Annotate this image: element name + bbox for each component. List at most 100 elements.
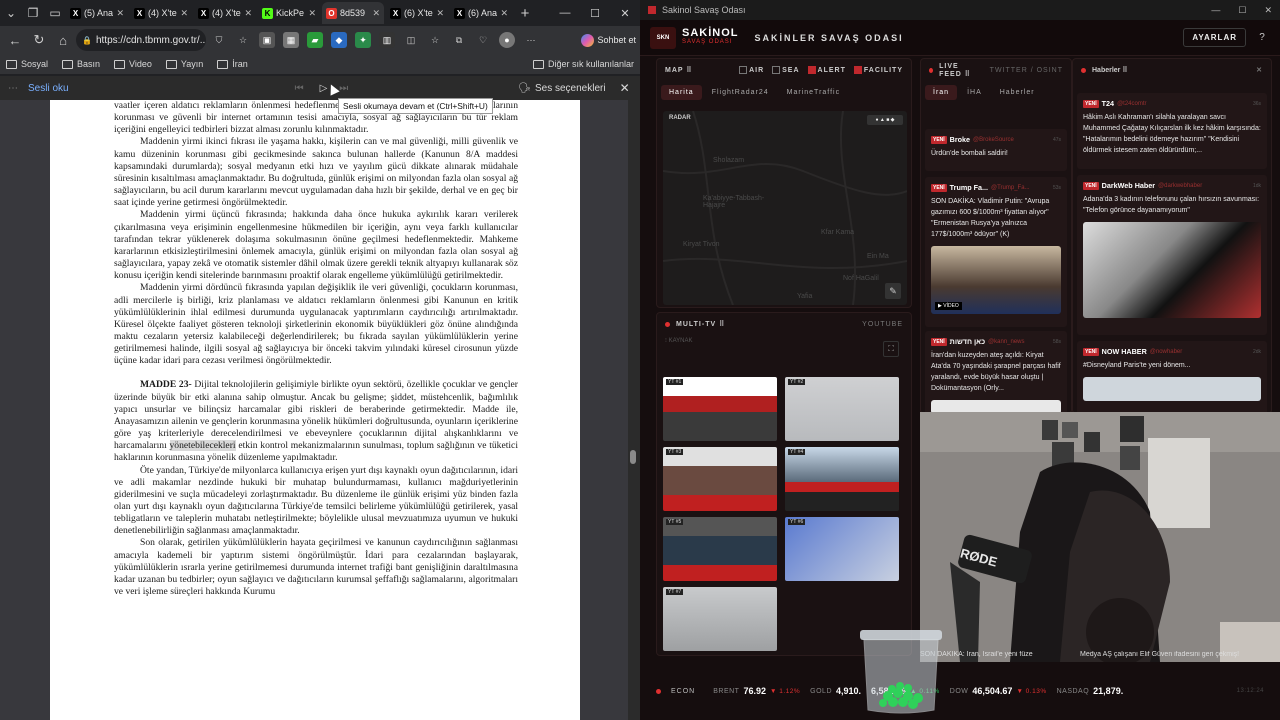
- feed-card[interactable]: YENİ T24 @t24comtr 36s Hâkim Aslı Kahraman'ı…: [1077, 93, 1267, 169]
- fullscreen-icon[interactable]: ⛶: [883, 341, 899, 357]
- extension-icon[interactable]: ▰: [307, 32, 323, 48]
- map-tab[interactable]: Harita: [661, 85, 702, 100]
- bookmark-item[interactable]: Sosyal: [6, 59, 48, 69]
- browser-tab[interactable]: X (6) X'te ✕: [386, 2, 448, 24]
- maximize-icon[interactable]: ☐: [1238, 5, 1246, 16]
- tab-label: (6) X'te: [404, 8, 433, 18]
- minimize-icon[interactable]: —: [1211, 5, 1220, 16]
- tab-favicon-icon: K: [262, 7, 273, 19]
- maximize-icon[interactable]: ☐: [580, 7, 610, 20]
- close-tab-icon[interactable]: ✕: [180, 8, 188, 19]
- favorite-icon[interactable]: ☆: [235, 32, 251, 48]
- close-tab-icon[interactable]: ✕: [372, 8, 380, 19]
- minimize-icon[interactable]: —: [550, 7, 580, 20]
- tv-tile[interactable]: YT #5: [663, 517, 777, 581]
- previous-icon[interactable]: ⏮: [295, 83, 304, 94]
- close-tab-icon[interactable]: ✕: [116, 8, 124, 19]
- menu-icon[interactable]: ⋯: [523, 32, 539, 48]
- bookmark-item[interactable]: Yayın: [165, 59, 203, 69]
- multitv-source[interactable]: ⁝ KAYNAK: [657, 335, 911, 346]
- back-icon[interactable]: ←: [4, 29, 26, 51]
- card-image[interactable]: [1083, 377, 1261, 401]
- feed-tab[interactable]: İHA: [959, 85, 990, 100]
- card-image[interactable]: [1083, 222, 1261, 318]
- tv-tile[interactable]: YT #3: [663, 447, 777, 511]
- read-mode-icon[interactable]: ⛉: [211, 32, 227, 48]
- bookmark-item[interactable]: İran: [217, 59, 248, 69]
- help-button[interactable]: ?: [1254, 30, 1270, 46]
- close-tab-icon[interactable]: ✕: [308, 8, 316, 19]
- live-feed-subtitle: TWITTER / OSINT: [989, 66, 1063, 74]
- tab-overview-icon[interactable]: ▭: [44, 2, 66, 24]
- feed-card[interactable]: YENİ Trump Fa... @Trump_Fa... 53s SON DAKİKA…: [925, 177, 1067, 327]
- map-filter-air[interactable]: AIR: [739, 66, 764, 74]
- close-tab-icon[interactable]: ✕: [436, 8, 444, 19]
- browser-tab[interactable]: K KickPe ✕: [258, 2, 320, 24]
- tv-tile[interactable]: YT #6: [785, 517, 899, 581]
- tab-actions-icon[interactable]: ⌄: [0, 2, 22, 24]
- feed-card[interactable]: YENİ DarkWeb Haber @darkwebhaber 1dk Adana'd…: [1077, 175, 1267, 335]
- tv-tile-label: YT #2: [788, 379, 806, 385]
- collections-icon[interactable]: ⧉: [451, 32, 467, 48]
- extension-icon[interactable]: ▣: [259, 32, 275, 48]
- extension-icon[interactable]: ◆: [331, 32, 347, 48]
- other-bookmarks[interactable]: Diğer sık kullanılanlar: [532, 59, 634, 69]
- settings-button[interactable]: AYARLAR: [1183, 28, 1246, 47]
- profile-avatar[interactable]: ●: [499, 32, 515, 48]
- split-screen-icon[interactable]: ◫: [403, 32, 419, 48]
- extension-icon[interactable]: ✦: [355, 32, 371, 48]
- map-tab[interactable]: MarineTraffic: [779, 85, 848, 100]
- map-place-label: Ein Ma: [867, 253, 889, 260]
- browser-tab[interactable]: X (5) Ana ✕: [66, 2, 128, 24]
- browser-essentials-icon[interactable]: ♡: [475, 32, 491, 48]
- favorites-icon[interactable]: ☆: [427, 32, 443, 48]
- pdf-paragraph: Maddenin yirmi üçüncü fıkrasında; hakkın…: [114, 209, 518, 282]
- scrollbar-thumb[interactable]: [630, 450, 636, 464]
- close-tab-icon[interactable]: ✕: [500, 8, 508, 19]
- close-window-icon[interactable]: ✕: [610, 7, 640, 20]
- bookmark-item[interactable]: Basın: [62, 59, 100, 69]
- pdf-viewer: vaatler içeren aldatıcı reklamların önle…: [0, 100, 640, 720]
- voice-options-icon[interactable]: 🗣: [518, 83, 531, 94]
- bookmark-item[interactable]: Video: [114, 59, 152, 69]
- browser-tab[interactable]: X (4) X'te ✕: [130, 2, 192, 24]
- refresh-icon[interactable]: ↻: [28, 29, 50, 51]
- feed-tab[interactable]: İran: [925, 85, 958, 100]
- map-place-label: Ka'abiyye-Tabbash-Hajajre: [703, 195, 765, 209]
- new-tab-icon[interactable]: +: [514, 2, 536, 24]
- close-read-aloud-icon[interactable]: ✕: [620, 81, 630, 95]
- map-view[interactable]: RADAR Sholazam Ka'abiyye-Tabbash-Hajajre K…: [663, 111, 907, 305]
- map-filter-sea[interactable]: SEA: [772, 66, 799, 74]
- bookmark-label: Basın: [77, 59, 101, 69]
- tv-tile[interactable]: YT #1: [663, 377, 777, 441]
- tv-tile[interactable]: YT #2: [785, 377, 899, 441]
- tv-tile[interactable]: YT #4: [785, 447, 899, 511]
- map-filter-alert[interactable]: ALERT: [807, 66, 846, 74]
- browser-tab[interactable]: O 8d539 ✕: [322, 2, 384, 24]
- map-filter-facility[interactable]: FACILITY: [853, 66, 903, 74]
- tv-tile[interactable]: YT #7: [663, 587, 777, 651]
- home-icon[interactable]: ⌂: [52, 29, 74, 51]
- extension-icon[interactable]: ▦: [283, 32, 299, 48]
- card-image[interactable]: ▶ VİDEO: [931, 246, 1061, 314]
- feed-card[interactable]: YENİ NOW HABER @nowhaber 2dk #Disneyland Par…: [1077, 341, 1267, 413]
- voice-options-button[interactable]: Ses seçenekleri: [535, 83, 606, 94]
- close-news-icon[interactable]: ✕: [1256, 66, 1263, 74]
- workspaces-icon[interactable]: ❐: [22, 2, 44, 24]
- feed-card[interactable]: YENİ Broke @BrokeSource 47s Ürdün'de bombali…: [925, 129, 1067, 171]
- read-aloud-bar: ⋯ Sesli oku ⏮ ▷ ⏭ 🗣 Ses seçenekleri ✕: [0, 76, 640, 100]
- feed-tab[interactable]: Haberler: [992, 85, 1043, 100]
- extension-icon[interactable]: ▥: [379, 32, 395, 48]
- next-icon[interactable]: ⏭: [339, 83, 348, 94]
- feed-card[interactable]: YENİ כאן חדשות @kann_news 58s İran'dan kuzey…: [925, 331, 1067, 413]
- url-field[interactable]: 🔒 https://cdn.tbmm.gov.tr/...: [76, 29, 206, 51]
- browser-tab[interactable]: X (6) Ana ✕: [450, 2, 512, 24]
- scrollbar[interactable]: [628, 100, 640, 720]
- browser-tab[interactable]: X (4) X'te ✕: [194, 2, 256, 24]
- drag-handle-icon[interactable]: ⋯: [8, 83, 18, 94]
- close-window-icon[interactable]: ✕: [1264, 5, 1272, 16]
- close-tab-icon[interactable]: ✕: [244, 8, 252, 19]
- copilot-button[interactable]: Sohbet et: [581, 33, 636, 47]
- map-tab[interactable]: FlightRadar24: [704, 85, 777, 100]
- draw-icon[interactable]: ✎: [885, 283, 901, 299]
